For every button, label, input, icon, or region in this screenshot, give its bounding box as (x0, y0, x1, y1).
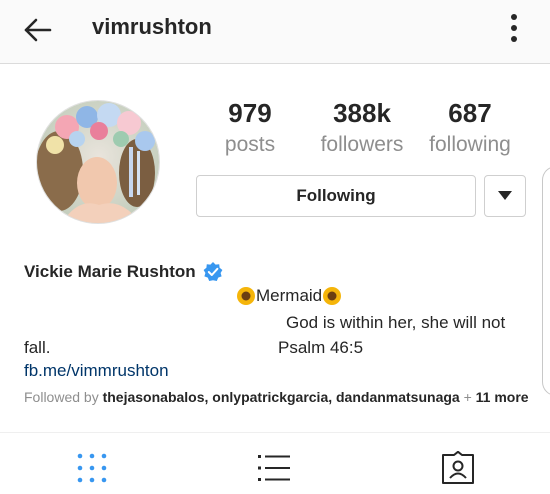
bio-mermaid-text: Mermaid (256, 286, 323, 305)
suggestions-dropdown-button[interactable] (484, 175, 526, 217)
bio-line-3-end: Psalm 46:5 (278, 338, 364, 357)
sunflower-icon (323, 287, 342, 305)
followers-stat[interactable]: 388k followers (312, 98, 412, 157)
following-button[interactable]: Following (196, 175, 476, 217)
tab-tagged-photos[interactable] (441, 450, 475, 485)
vertical-dots-icon (511, 14, 517, 42)
following-count: 687 (448, 98, 492, 128)
profile-website-link[interactable]: fb.me/vimmrushton (24, 361, 169, 381)
bio-line-3-start: fall. (24, 338, 51, 357)
bio-line-2: God is within her, she will not (286, 313, 506, 332)
posts-stat: 979 posts (210, 98, 290, 157)
followed-by-text[interactable]: Followed by thejasonabalos, onlypatrickg… (24, 389, 529, 405)
side-panel-edge (542, 166, 550, 396)
caret-down-icon (498, 191, 512, 200)
tab-list-view[interactable] (257, 451, 291, 485)
back-button[interactable] (20, 12, 56, 48)
verified-badge-icon (203, 262, 223, 281)
sunflower-icon (237, 287, 255, 305)
following-stat[interactable]: 687 following (424, 98, 516, 157)
more-options-button[interactable] (500, 10, 528, 46)
bio-line-1: Mermaid (236, 286, 342, 306)
avatar[interactable] (36, 100, 160, 224)
followed-by-more: 11 more (475, 389, 529, 405)
full-name-text: Vickie Marie Rushton (24, 262, 196, 281)
followed-by-prefix: Followed by (24, 389, 99, 405)
followers-count: 388k (333, 98, 391, 128)
profile-tab-bar (0, 432, 550, 494)
tagged-icon (442, 450, 474, 484)
arrow-left-icon (24, 18, 52, 42)
followers-label: followers (320, 133, 404, 156)
top-bar: vimrushton (0, 0, 550, 64)
followed-by-names: thejasonabalos, onlypatrickgarcia, danda… (102, 389, 460, 405)
profile-photo (37, 101, 159, 223)
following-label: following (429, 133, 511, 156)
grid-icon (77, 453, 107, 483)
posts-label: posts (224, 133, 276, 156)
list-icon (258, 455, 290, 481)
page-title: vimrushton (92, 14, 212, 39)
followed-by-plus: + (463, 389, 472, 405)
profile-full-name: Vickie Marie Rushton (24, 262, 223, 282)
tab-grid-view[interactable] (75, 451, 109, 485)
posts-count: 979 (228, 98, 272, 128)
